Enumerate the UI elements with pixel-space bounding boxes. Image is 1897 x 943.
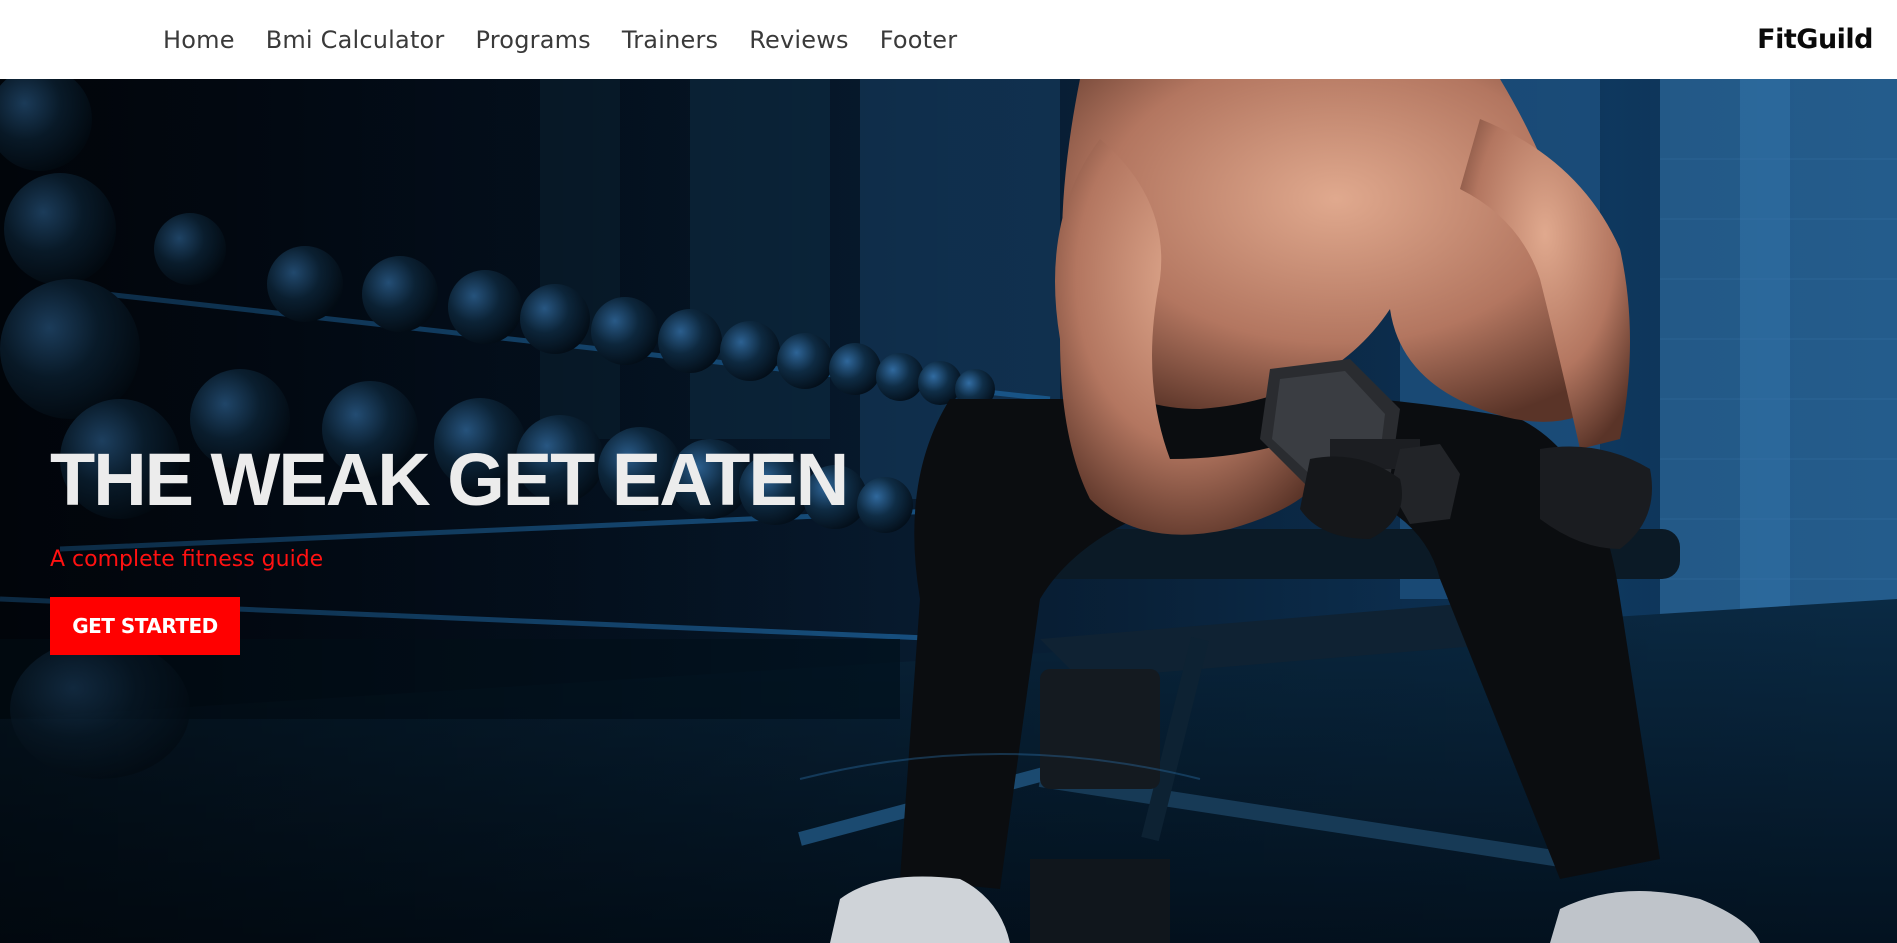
hero-content: THE WEAK GET EATEN A complete fitness gu… <box>50 438 849 655</box>
nav-link-trainers[interactable]: Trainers <box>622 26 718 54</box>
get-started-button[interactable]: GET STARTED <box>50 597 240 655</box>
nav-link-footer[interactable]: Footer <box>880 26 958 54</box>
hero-title: THE WEAK GET EATEN <box>50 438 849 521</box>
nav-link-reviews[interactable]: Reviews <box>749 26 849 54</box>
hero-subtitle: A complete fitness guide <box>50 547 324 572</box>
top-navbar: Home Bmi Calculator Programs Trainers Re… <box>0 0 1897 79</box>
nav-links: Home Bmi Calculator Programs Trainers Re… <box>163 0 957 79</box>
brand-logo[interactable]: FitGuild <box>1757 0 1873 79</box>
hero-section: THE WEAK GET EATEN A complete fitness gu… <box>0 79 1897 943</box>
nav-link-programs[interactable]: Programs <box>476 26 591 54</box>
nav-link-home[interactable]: Home <box>163 26 235 54</box>
nav-link-bmi-calculator[interactable]: Bmi Calculator <box>266 26 445 54</box>
